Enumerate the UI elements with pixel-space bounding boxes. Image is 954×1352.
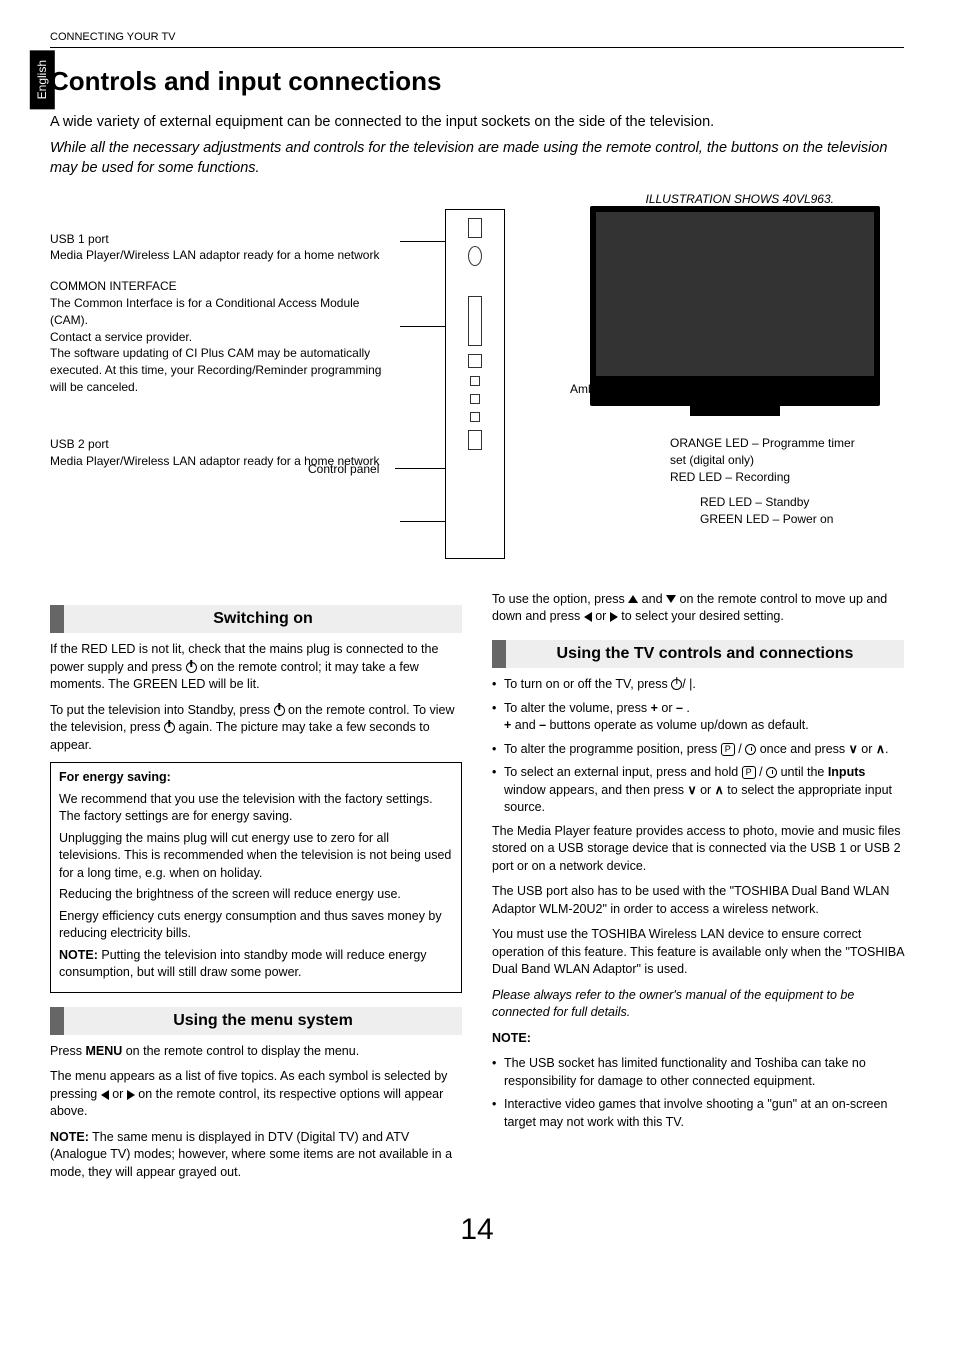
red-led-standby-label: RED LED – Standby [700, 494, 870, 511]
box-p2: Unplugging the mains plug will cut energ… [59, 830, 453, 883]
list-item: Interactive video games that involve sho… [492, 1096, 904, 1131]
box-p1: We recommend that you use the television… [59, 791, 453, 826]
page-number: 14 [50, 1209, 904, 1251]
control-panel-label: Control panel [308, 461, 379, 478]
ci-title: COMMON INTERFACE [50, 278, 400, 295]
menu-system-heading: Using the menu system [50, 1007, 462, 1035]
usb2-title: USB 2 port [50, 436, 400, 453]
power-icon [274, 705, 285, 716]
diagram-caption: ILLUSTRATION SHOWS 40VL963. [50, 191, 834, 208]
box-note: NOTE: Putting the television into standb… [59, 947, 453, 982]
chevron-up-icon: ∧ [715, 782, 724, 800]
chevron-down-icon: ∨ [849, 741, 858, 759]
controls-list: To turn on or off the TV, press / |. To … [492, 676, 904, 817]
arrow-right-icon [610, 612, 618, 622]
top-option-p: To use the option, press and on the remo… [492, 591, 904, 626]
usb1-desc: Media Player/Wireless LAN adaptor ready … [50, 247, 400, 264]
intro-p1: A wide variety of external equipment can… [50, 112, 904, 132]
tv-controls-heading: Using the TV controls and connections [492, 640, 904, 668]
ambient-light-label: Ambient Light Sensor [570, 381, 870, 398]
box-p3: Reducing the brightness of the screen wi… [59, 886, 453, 904]
tv-side-panel-graphic [445, 209, 505, 559]
arrow-left-icon [101, 1090, 109, 1100]
switching-p1: If the RED LED is not lit, check that th… [50, 641, 462, 694]
diagram-labels-right: Ambient Light Sensor ORANGE LED – Progra… [570, 381, 870, 536]
power-icon [186, 662, 197, 673]
p-icon: P [721, 743, 735, 756]
p-icon: P [742, 766, 756, 779]
list-item: To select an external input, press and h… [492, 764, 904, 817]
tv-front-graphic [590, 206, 880, 406]
chevron-up-icon: ∧ [876, 741, 885, 759]
green-led-label: GREEN LED – Power on [700, 511, 870, 528]
box-p4: Energy efficiency cuts energy consumptio… [59, 908, 453, 943]
arrow-left-icon [584, 612, 592, 622]
left-column: Switching on If the RED LED is not lit, … [50, 591, 462, 1190]
note-heading: NOTE: [492, 1030, 904, 1048]
usb-wlan-p: The USB port also has to be used with th… [492, 883, 904, 918]
menu-note: NOTE: The same menu is displayed in DTV … [50, 1129, 462, 1182]
chevron-down-icon: ∨ [687, 782, 696, 800]
usb1-title: USB 1 port [50, 231, 400, 248]
orange-led-label: ORANGE LED – Programme timer set (digita… [670, 435, 870, 469]
list-item: To turn on or off the TV, press / |. [492, 676, 904, 694]
list-item: To alter the programme position, press P… [492, 741, 904, 759]
clock-icon [766, 767, 777, 778]
clock-icon [745, 744, 756, 755]
media-player-p: The Media Player feature provides access… [492, 823, 904, 876]
power-icon [671, 679, 682, 690]
arrow-right-icon [127, 1090, 135, 1100]
intro-text: A wide variety of external equipment can… [50, 112, 904, 179]
menu-p2: The menu appears as a list of five topic… [50, 1068, 462, 1121]
refer-manual-p: Please always refer to the owner's manua… [492, 987, 904, 1022]
language-tab: English [30, 50, 55, 109]
intro-p2: While all the necessary adjustments and … [50, 138, 904, 179]
note-list: The USB socket has limited functionality… [492, 1055, 904, 1131]
list-item: To alter the volume, press + or – . + an… [492, 700, 904, 735]
diagram-labels-left: USB 1 port Media Player/Wireless LAN ada… [50, 231, 400, 484]
toshiba-wlan-p: You must use the TOSHIBA Wireless LAN de… [492, 926, 904, 979]
energy-saving-box: For energy saving: We recommend that you… [50, 762, 462, 993]
right-column: To use the option, press and on the remo… [492, 591, 904, 1190]
arrow-down-icon [666, 595, 676, 603]
list-item: The USB socket has limited functionality… [492, 1055, 904, 1090]
diagram: ILLUSTRATION SHOWS 40VL963. USB 1 port M… [50, 191, 904, 571]
page-title: Controls and input connections [50, 63, 904, 99]
power-icon [164, 722, 175, 733]
switching-on-heading: Switching on [50, 605, 462, 633]
menu-p1: Press MENU on the remote control to disp… [50, 1043, 462, 1061]
box-title: For energy saving: [59, 769, 453, 787]
ci-l3: The software updating of CI Plus CAM may… [50, 345, 400, 395]
arrow-up-icon [628, 595, 638, 603]
ci-l2: Contact a service provider. [50, 329, 400, 346]
header-section: CONNECTING YOUR TV [50, 30, 904, 48]
red-led-rec-label: RED LED – Recording [670, 469, 870, 486]
switching-p2: To put the television into Standby, pres… [50, 702, 462, 755]
ci-l1: The Common Interface is for a Conditiona… [50, 295, 400, 329]
